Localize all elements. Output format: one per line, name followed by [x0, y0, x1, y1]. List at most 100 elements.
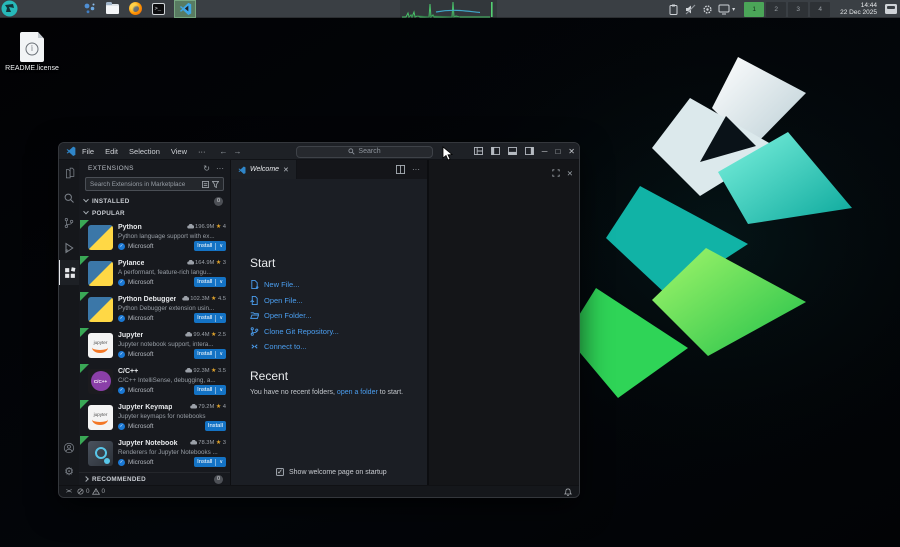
search-view-icon[interactable] [59, 185, 79, 210]
maximize-button[interactable]: □ [555, 147, 560, 156]
run-debug-icon[interactable] [59, 235, 79, 260]
sidebar-title: EXTENSIONS [88, 164, 134, 172]
filter-icon[interactable] [212, 180, 219, 188]
terminal-icon[interactable]: >_ [151, 2, 165, 16]
nav-back-icon[interactable]: ← [220, 147, 228, 156]
verified-publisher-icon: ✓ [118, 386, 125, 394]
extension-icon [88, 296, 113, 322]
vscode-taskbar-icon[interactable] [174, 0, 196, 18]
accounts-icon[interactable] [59, 435, 79, 460]
install-button[interactable]: Install ∨ [194, 241, 226, 251]
clipboard-icon[interactable] [667, 3, 679, 16]
split-editor-icon[interactable] [396, 161, 405, 179]
start-link[interactable]: Open Folder... [250, 308, 427, 324]
caret-down-icon[interactable]: ▾ [732, 6, 735, 13]
start-link[interactable]: New File... [250, 277, 427, 293]
desktop-file-readme[interactable]: README.license [0, 32, 64, 72]
notifications-bell-icon[interactable] [564, 488, 572, 496]
extension-list-item[interactable]: Pylance 164.9M ★ 3 A performant, feature… [79, 255, 230, 291]
audio-muted-icon[interactable] [684, 3, 696, 16]
settings-gears-icon[interactable] [82, 2, 96, 16]
menu-[interactable]: ··· [198, 147, 206, 156]
explorer-icon[interactable] [59, 160, 79, 185]
install-button[interactable]: Install ∨ [194, 277, 226, 287]
toggle-secondary-sidebar-icon[interactable] [524, 147, 534, 155]
install-dropdown-icon[interactable]: ∨ [219, 459, 223, 465]
virtual-desktop-pager: 1234 [744, 1, 831, 17]
extension-list-item[interactable]: C/C++ 92.3M ★ 3.5 C/C++ IntelliSense, de… [79, 363, 230, 399]
remote-indicator-icon[interactable]: >< [66, 489, 72, 495]
menu-file[interactable]: File [82, 147, 94, 156]
toggle-primary-sidebar-icon[interactable] [490, 147, 500, 155]
extension-list-item[interactable]: Python 196.9M ★ 4 Python language suppor… [79, 219, 230, 255]
display-icon[interactable] [718, 3, 730, 16]
start-link[interactable]: Clone Git Repository... [250, 324, 427, 340]
startup-checkbox-row[interactable]: ✓ Show welcome page on startup [276, 468, 387, 476]
open-a-folder-link[interactable]: open a folder [337, 389, 378, 396]
panel-drawer-icon[interactable] [885, 4, 897, 14]
extension-list-item[interactable]: Python Debugger 102.3M ★ 4.5 Python Debu… [79, 291, 230, 327]
garuda-menu-icon[interactable] [1, 0, 18, 17]
firefox-icon[interactable] [128, 2, 142, 16]
vscode-logo-icon [238, 166, 246, 174]
source-control-icon[interactable] [59, 210, 79, 235]
more-actions-icon[interactable]: ··· [216, 164, 224, 173]
start-link[interactable]: Connect to... [250, 339, 427, 355]
start-link[interactable]: Open File... [250, 293, 427, 309]
install-dropdown-icon[interactable]: ∨ [219, 243, 223, 249]
install-button[interactable]: Install ∨ [194, 349, 226, 359]
install-button[interactable]: Install [204, 421, 226, 431]
manage-gear-icon[interactable]: ⚙ [59, 460, 79, 485]
vscode-window: File Edit Selection View ··· ← → Search [58, 142, 580, 498]
installed-section-header[interactable]: INSTALLED 0 [79, 195, 230, 207]
nav-forward-icon[interactable]: → [234, 147, 242, 156]
install-dropdown-icon[interactable]: ∨ [219, 279, 223, 285]
install-dropdown-icon[interactable]: ∨ [219, 351, 223, 357]
clock[interactable]: 14:44 22 Dec 2025 [840, 2, 877, 17]
extension-list-item[interactable]: Jupyter 99.4M ★ 2.5 Jupyter notebook sup… [79, 327, 230, 363]
document-info-icon [20, 32, 44, 62]
menu-edit[interactable]: Edit [105, 147, 118, 156]
show-welcome-checkbox[interactable]: ✓ [276, 468, 284, 476]
install-button[interactable]: Install ∨ [194, 385, 226, 395]
problems-indicator[interactable]: 0 0 [77, 488, 105, 495]
restore-pane-size-icon[interactable] [552, 164, 560, 182]
install-dropdown-icon[interactable]: ∨ [219, 387, 223, 393]
extension-list-item[interactable]: Jupyter Notebook ... 78.3M ★ 3 Renderers… [79, 435, 230, 471]
command-center-search[interactable]: Search [296, 145, 433, 158]
search-options-icon[interactable] [202, 180, 209, 188]
system-monitor-graph[interactable] [400, 0, 497, 18]
install-button[interactable]: Install ∨ [194, 313, 226, 323]
desktop-1[interactable]: 1 [744, 1, 765, 17]
editor-more-actions-icon[interactable]: ··· [412, 165, 420, 174]
menu-view[interactable]: View [171, 147, 187, 156]
extension-list-item[interactable]: Jupyter Keymap 79.2M ★ 4 Jupyter keymaps… [79, 399, 230, 435]
desktop-3[interactable]: 3 [788, 1, 809, 17]
customize-layout-icon[interactable] [473, 147, 483, 155]
extensions-view-icon[interactable] [59, 260, 79, 285]
star-rating-icon: ★ [215, 224, 222, 230]
tab-close-icon[interactable]: ✕ [283, 166, 289, 174]
popular-section-header[interactable]: POPULAR [79, 207, 230, 219]
extension-stats: 78.3M ★ 3 [190, 439, 226, 446]
install-dropdown-icon[interactable]: ∨ [219, 315, 223, 321]
toggle-panel-icon[interactable] [507, 147, 517, 155]
install-button[interactable]: Install ∨ [194, 457, 226, 467]
recommended-section-header[interactable]: RECOMMENDED 0 [79, 473, 230, 485]
desktop-2[interactable]: 2 [766, 1, 787, 17]
tray-settings-gear-icon[interactable] [701, 3, 713, 16]
extension-description: Jupyter keymaps for notebooks [118, 412, 206, 420]
minimize-button[interactable]: ─ [542, 147, 548, 156]
close-button[interactable]: ✕ [568, 147, 575, 156]
tab-welcome[interactable]: Welcome ✕ [231, 160, 297, 179]
menu-selection[interactable]: Selection [129, 147, 160, 156]
extensions-search-input[interactable]: Search Extensions in Marketplace [85, 177, 224, 191]
refresh-icon[interactable]: ↻ [203, 164, 210, 173]
cloud-download-icon [186, 260, 194, 265]
activity-bar: ⚙ [59, 160, 79, 485]
close-pane-icon[interactable]: ✕ [567, 169, 573, 178]
extension-publisher: Microsoft [128, 350, 154, 358]
vscode-titlebar[interactable]: File Edit Selection View ··· ← → Search [59, 143, 579, 160]
desktop-4[interactable]: 4 [810, 1, 831, 17]
file-manager-icon[interactable] [105, 1, 119, 16]
